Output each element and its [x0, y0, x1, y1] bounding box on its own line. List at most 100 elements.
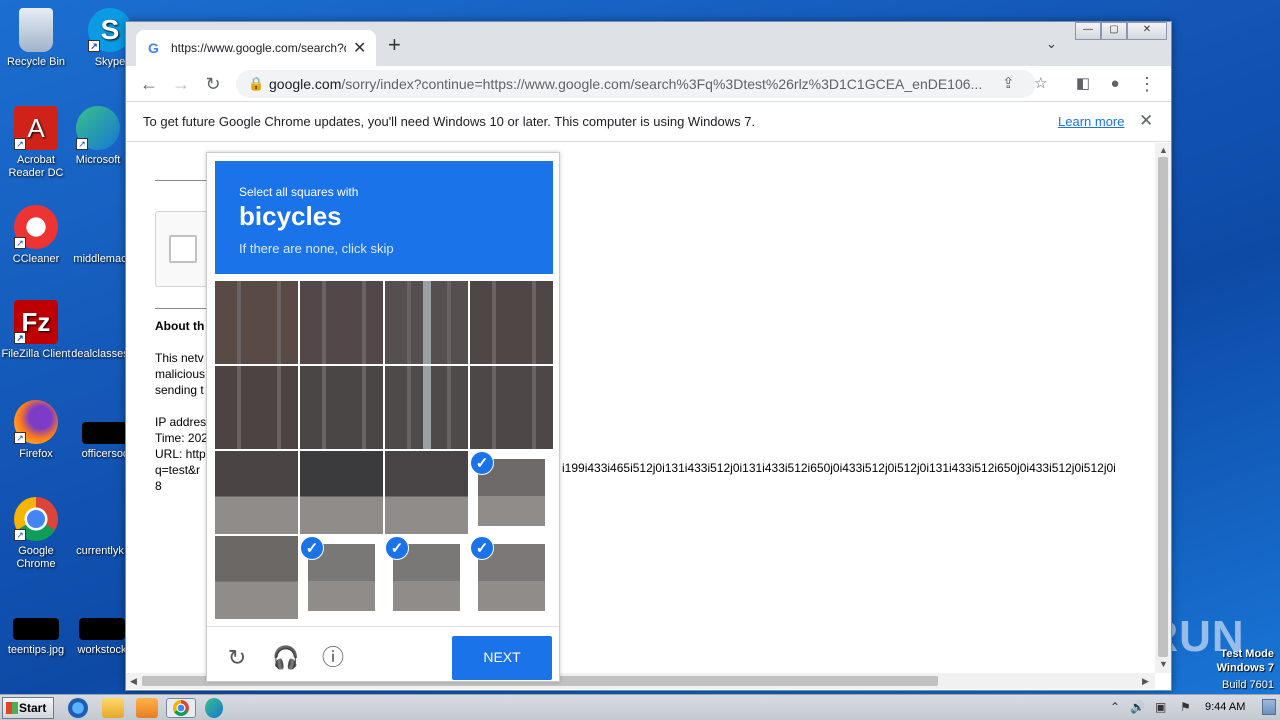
reload-icon[interactable]: ↻	[201, 72, 225, 96]
captcha-tile[interactable]	[215, 281, 298, 364]
captcha-tile[interactable]	[470, 366, 553, 449]
desktop-icon-teentips[interactable]: teentips.jpg	[1, 618, 71, 657]
challenge-target: bicycles	[239, 201, 342, 231]
file-explorer-icon[interactable]	[102, 698, 124, 718]
explanation-line: This netv	[155, 351, 204, 365]
captcha-tile[interactable]	[300, 281, 383, 364]
about-heading: About th	[155, 319, 205, 333]
explanation-line: malicious	[155, 367, 206, 381]
captcha-tile-image	[300, 281, 383, 364]
browser-tab[interactable]: G https://www.google.com/search?q= ✕	[136, 30, 376, 66]
action-center-flag-icon[interactable]: ⚑	[1180, 700, 1191, 714]
file-thumbnail-icon	[82, 422, 128, 444]
info-icon[interactable]: ⓘ	[320, 645, 346, 671]
captcha-tile-image	[215, 281, 298, 364]
challenge-instruction: Select all squares with	[239, 185, 359, 199]
recaptcha-challenge: Select all squares with bicycles If ther…	[206, 152, 560, 682]
desktop-icon-microsoft-edge[interactable]: ↗ Microsoft	[63, 106, 133, 167]
scroll-up-icon[interactable]: ▲	[1159, 145, 1168, 155]
challenge-image-grid: ✓ ✓ ✓ ✓	[215, 281, 553, 619]
maximize-button[interactable]: ▢	[1101, 22, 1127, 40]
desktop-icon-label: FileZilla Client	[1, 348, 71, 360]
close-infobar-icon[interactable]: ✕	[1139, 111, 1153, 131]
captcha-tile[interactable]	[215, 366, 298, 449]
learn-more-link[interactable]: Learn more	[1058, 114, 1124, 129]
profile-avatar-icon[interactable]: ●	[1103, 72, 1127, 96]
captcha-tile[interactable]: ✓	[470, 451, 553, 534]
scroll-down-icon[interactable]: ▼	[1159, 659, 1168, 669]
captcha-tile[interactable]	[215, 536, 298, 619]
captcha-tile-image	[300, 366, 383, 449]
close-window-button[interactable]: ✕	[1127, 22, 1167, 40]
start-button[interactable]: Start	[2, 697, 54, 719]
reload-challenge-icon[interactable]: ↻	[224, 645, 250, 671]
captcha-tile[interactable]: ✓	[385, 536, 468, 619]
captcha-tile[interactable]	[215, 451, 298, 534]
next-button[interactable]: NEXT	[452, 636, 552, 680]
tab-title: https://www.google.com/search?q=	[171, 41, 346, 55]
bookmark-star-icon[interactable]: ☆	[1034, 74, 1047, 92]
forward-arrow-icon[interactable]: →	[169, 72, 193, 96]
vertical-scroll-thumb[interactable]	[1158, 157, 1168, 657]
captcha-tile[interactable]	[385, 366, 468, 449]
captcha-tile[interactable]	[385, 281, 468, 364]
captcha-tile[interactable]: ✓	[470, 536, 553, 619]
captcha-tile-image	[300, 451, 383, 534]
desktop-icon-label: dealclasses	[71, 348, 129, 360]
checkmark-icon: ✓	[470, 536, 494, 560]
lock-icon: 🔒	[248, 76, 265, 91]
desktop-icon-acrobat[interactable]: A ↗ Acrobat Reader DC	[1, 106, 71, 180]
desktop-icon-label: Skype	[94, 56, 126, 68]
media-player-icon[interactable]	[136, 698, 158, 718]
back-arrow-icon[interactable]: ←	[137, 72, 161, 96]
captcha-tile[interactable]	[470, 281, 553, 364]
captcha-tile[interactable]	[300, 366, 383, 449]
network-icon[interactable]: ▣	[1155, 700, 1166, 714]
desktop-icon-ccleaner[interactable]: ↗ CCleaner	[1, 205, 71, 266]
address-bar[interactable]: 🔒 google.com/sorry/index?continue=https:…	[236, 70, 1047, 98]
url-fragment: i199i433i465i512j0i131i433i512j0i131i433…	[562, 461, 1116, 475]
update-infobar: To get future Google Chrome updates, you…	[126, 102, 1171, 142]
volume-icon[interactable]: 🔊	[1130, 700, 1145, 714]
scroll-left-icon[interactable]: ◀	[130, 676, 137, 687]
browser-toolbar: ← → ↻ 🔒 google.com/sorry/index?continue=…	[126, 66, 1171, 102]
side-panel-icon[interactable]: ◧	[1071, 72, 1095, 96]
share-icon[interactable]: ⇪	[1002, 74, 1015, 92]
menu-kebab-icon[interactable]: ⋮	[1135, 72, 1159, 96]
captcha-tile-image	[215, 366, 298, 449]
desktop-icon-google-chrome[interactable]: ↗ Google Chrome	[1, 497, 71, 571]
desktop-icon-label: Microsoft	[75, 154, 121, 166]
desktop-icon-firefox[interactable]: ↗ Firefox	[1, 400, 71, 461]
desktop-icon-recycle-bin[interactable]: Recycle Bin	[1, 8, 71, 69]
new-tab-icon[interactable]: +	[388, 32, 401, 58]
desktop-icon-filezilla[interactable]: Fz ↗ FileZilla Client	[1, 300, 71, 361]
recaptcha-checkbox[interactable]	[169, 235, 197, 263]
desktop-icon-label: CCleaner	[12, 253, 60, 265]
vertical-scrollbar[interactable]: ▲ ▼	[1155, 143, 1171, 673]
internet-explorer-icon[interactable]	[68, 698, 88, 718]
show-desktop-button[interactable]	[1262, 699, 1276, 715]
audio-challenge-icon[interactable]: 🎧	[272, 645, 299, 671]
chrome-taskbar-button[interactable]	[166, 698, 196, 718]
captcha-tile-image	[470, 281, 553, 364]
scroll-right-icon[interactable]: ▶	[1142, 676, 1149, 687]
chrome-icon: ↗	[14, 497, 58, 541]
url-domain: google.com	[269, 76, 342, 92]
minimize-button[interactable]: —	[1075, 22, 1101, 40]
tab-search-chevron-icon[interactable]: ⌄	[1046, 36, 1057, 52]
checkmark-icon: ✓	[470, 451, 494, 475]
captcha-tile[interactable]	[385, 451, 468, 534]
taskbar-clock[interactable]: 9:44 AM	[1205, 701, 1245, 713]
desktop-icon-label: Recycle Bin	[6, 56, 66, 68]
filezilla-icon: Fz ↗	[14, 300, 58, 344]
captcha-tile[interactable]: ✓	[300, 536, 383, 619]
desktop-icon-label: Google Chrome	[16, 545, 56, 570]
captcha-tile-image	[470, 366, 553, 449]
edge-icon[interactable]	[205, 698, 223, 718]
close-tab-icon[interactable]: ✕	[353, 38, 366, 58]
taskbar: Start ⌃ 🔊 ▣ ⚑ 9:44 AM	[0, 694, 1280, 720]
show-hidden-icons-icon[interactable]: ⌃	[1110, 700, 1120, 714]
file-icon	[78, 497, 122, 541]
address-bar-url[interactable]: google.com/sorry/index?continue=https://…	[269, 76, 989, 92]
captcha-tile[interactable]	[300, 451, 383, 534]
